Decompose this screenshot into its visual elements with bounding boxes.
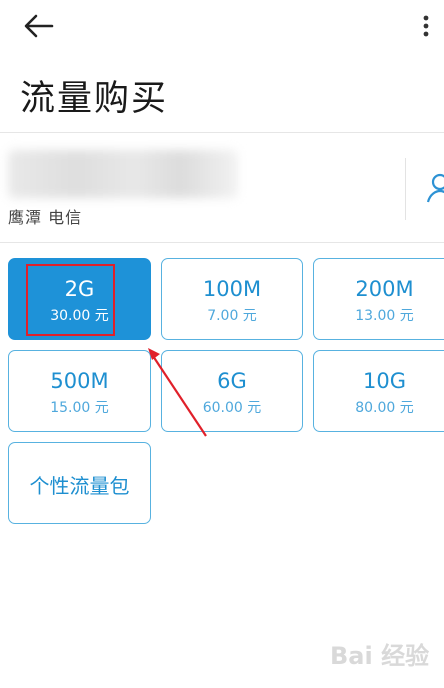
more-options-button[interactable] [416, 12, 436, 40]
package-price: 60.00 元 [202, 400, 262, 416]
carrier-label: 鹰潭 电信 [8, 208, 83, 227]
page-title: 流量购买 [20, 79, 169, 119]
custom-package-button[interactable]: 个性流量包 [8, 442, 151, 524]
package-price: 15.00 元 [50, 400, 109, 416]
package-size: 6G [217, 369, 247, 393]
package-size: 10G [363, 369, 406, 393]
watermark: Bai 经验 [330, 642, 430, 670]
back-button[interactable] [22, 12, 56, 40]
package-6g[interactable]: 6G 60.00 元 [161, 350, 303, 432]
person-icon [426, 173, 444, 203]
contact-picker-button[interactable] [424, 170, 444, 206]
header-divider [0, 132, 444, 133]
package-price: 80.00 元 [355, 400, 414, 416]
vertical-separator [405, 158, 406, 220]
phone-number-blurred[interactable] [8, 150, 238, 198]
package-size: 100M [202, 277, 262, 301]
package-price: 7.00 元 [207, 308, 257, 324]
package-200m[interactable]: 200M 13.00 元 [313, 258, 444, 340]
custom-package-label: 个性流量包 [29, 474, 130, 498]
package-size: 200M [355, 277, 414, 301]
top-bar [0, 0, 444, 52]
more-vertical-icon [423, 15, 429, 37]
package-100m[interactable]: 100M 7.00 元 [161, 258, 303, 340]
package-10g[interactable]: 10G 80.00 元 [313, 350, 444, 432]
annotation-highlight-box [26, 264, 115, 336]
package-size: 500M [50, 369, 109, 393]
package-500m[interactable]: 500M 15.00 元 [8, 350, 151, 432]
account-divider [0, 242, 444, 243]
arrow-left-icon [24, 14, 54, 38]
package-price: 13.00 元 [355, 308, 414, 324]
